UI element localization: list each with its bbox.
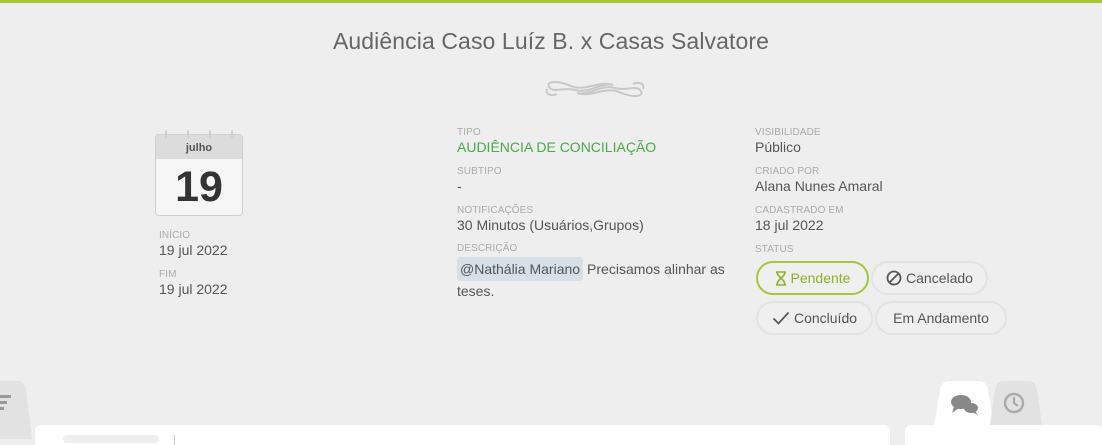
status-completed-label: Concluído — [793, 310, 858, 326]
left-panel-tab[interactable] — [0, 381, 32, 439]
subtype-value: - — [457, 178, 462, 194]
list-icon — [0, 395, 11, 398]
status-completed-button[interactable]: Concluído — [756, 301, 873, 335]
calendar-ring — [187, 130, 189, 138]
top-accent-bar — [0, 0, 1102, 3]
input-pill[interactable] — [63, 435, 159, 443]
status-cancelled-button[interactable]: Cancelado — [871, 261, 988, 295]
comments-panel — [35, 425, 890, 445]
hourglass-icon — [775, 270, 786, 286]
start-value: 19 jul 2022 — [159, 242, 228, 258]
start-label: INÍCIO — [159, 230, 191, 241]
type-value: AUDIÊNCIA DE CONCILIAÇÃO — [457, 139, 657, 155]
status-in-progress-label: Em Andamento — [893, 310, 989, 326]
end-label: FIM — [159, 269, 177, 280]
page-title: Audiência Caso Luíz B. x Casas Salvatore — [332, 28, 770, 54]
type-label: TIPO — [457, 127, 481, 138]
cancel-circle-icon — [886, 270, 902, 286]
created-by-label: CRIADO POR — [755, 166, 820, 177]
calendar-date-icon: julho 19 — [155, 130, 243, 216]
calendar-card: julho 19 — [155, 134, 243, 216]
status-cancelled-label: Cancelado — [906, 270, 973, 286]
check-icon — [772, 311, 790, 325]
created-by-value: Alana Nunes Amaral — [755, 178, 883, 194]
decorative-flourish-icon — [545, 81, 645, 97]
calendar-ring — [231, 130, 233, 138]
calendar-month: julho — [156, 135, 242, 159]
calendar-ring — [209, 130, 211, 138]
end-value: 19 jul 2022 — [159, 281, 228, 297]
registered-label: CADASTRADO EM — [755, 205, 844, 216]
status-pending-button[interactable]: Pendente — [756, 261, 869, 295]
visibility-label: VISIBILIDADE — [755, 127, 821, 138]
side-panel — [905, 425, 1102, 445]
registered-value: 18 jul 2022 — [755, 217, 824, 233]
divider — [174, 435, 175, 445]
calendar-day: 19 — [175, 163, 223, 211]
status-label: STATUS — [755, 244, 794, 255]
description-label: DESCRIÇÃO — [457, 243, 518, 254]
visibility-value: Público — [755, 139, 801, 155]
subtype-label: SUBTIPO — [457, 166, 502, 177]
calendar-ring — [165, 130, 167, 138]
status-pending-label: Pendente — [790, 270, 851, 286]
user-mention[interactable]: @Nathália Mariano — [457, 257, 584, 281]
status-in-progress-button[interactable]: Em Andamento — [875, 301, 1007, 335]
description-value: @Nathália Mariano Precisamos alinhar as t… — [457, 257, 742, 301]
notifications-value: 30 Minutos (Usuários,Grupos) — [457, 217, 644, 233]
notifications-label: NOTIFICAÇÕES — [457, 205, 534, 216]
